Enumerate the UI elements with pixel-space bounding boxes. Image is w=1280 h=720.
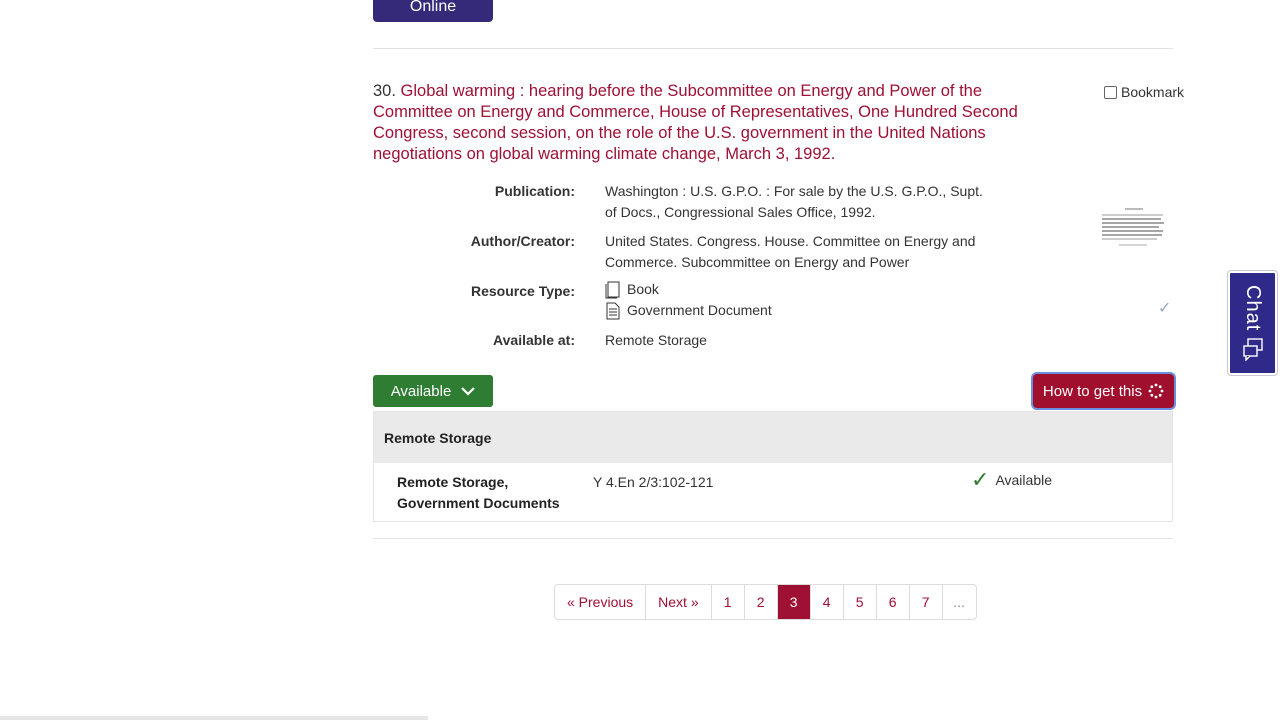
document-icon bbox=[606, 302, 620, 319]
divider bbox=[373, 538, 1173, 539]
pagination-page-3-current[interactable]: 3 bbox=[776, 585, 810, 619]
author-line: Commerce. Subcommittee on Energy and Pow… bbox=[605, 254, 910, 270]
publication-line: Washington : U.S. G.P.O. : For sale by t… bbox=[605, 183, 983, 199]
loading-spinner-icon bbox=[1148, 383, 1164, 399]
chat-label: Chat bbox=[1242, 285, 1264, 332]
holding-location-line: Remote Storage, bbox=[397, 474, 509, 490]
availability-label: Available bbox=[390, 382, 452, 400]
bookmark-toggle[interactable]: Bookmark bbox=[1104, 84, 1184, 100]
publication-value: Washington : U.S. G.P.O. : For sale by t… bbox=[605, 181, 985, 223]
pagination-page-6[interactable]: 6 bbox=[875, 585, 909, 619]
publication-line: of Docs., Congressional Sales Office, 19… bbox=[605, 204, 876, 220]
holdings-panel: Remote Storage Remote Storage, Governmen… bbox=[373, 411, 1173, 522]
resource-type-value: Book Government Document bbox=[605, 279, 985, 321]
pagination-page-1[interactable]: 1 bbox=[710, 585, 744, 619]
pagination-page-7[interactable]: 7 bbox=[908, 585, 942, 619]
horizontal-scrollbar[interactable] bbox=[0, 716, 428, 720]
chevron-down-icon bbox=[461, 387, 476, 396]
feather-icon: ✓ bbox=[1158, 300, 1172, 317]
book-cover-thumbnail[interactable] bbox=[1099, 206, 1167, 248]
record-number: 30. bbox=[373, 82, 396, 100]
bookmark-label: Bookmark bbox=[1121, 84, 1185, 100]
divider bbox=[373, 48, 1173, 49]
resource-type-text: Book bbox=[627, 281, 659, 297]
chat-bubbles-icon bbox=[1242, 338, 1263, 362]
holding-status-text: Available bbox=[995, 472, 1052, 488]
book-icon bbox=[605, 281, 620, 298]
holdings-header: Remote Storage bbox=[374, 412, 1172, 463]
chat-widget-button[interactable]: Chat bbox=[1228, 271, 1277, 375]
resource-type-government-document: Government Document bbox=[605, 300, 985, 321]
pagination-page-4[interactable]: 4 bbox=[809, 585, 843, 619]
pagination-page-5[interactable]: 5 bbox=[842, 585, 876, 619]
call-number: Y 4.En 2/3:102-121 bbox=[593, 474, 714, 490]
available-at-label: Available at: bbox=[493, 332, 575, 348]
pagination: « Previous Next » 1 2 3 4 5 6 7 ... bbox=[554, 584, 977, 620]
author-label: Author/Creator: bbox=[470, 233, 575, 249]
resource-type-text: Government Document bbox=[627, 302, 772, 318]
pagination-page-2[interactable]: 2 bbox=[743, 585, 777, 619]
record-title-link[interactable]: Global warming : hearing before the Subc… bbox=[373, 82, 1018, 163]
bookmark-checkbox[interactable] bbox=[1104, 85, 1117, 99]
resource-type-book: Book bbox=[605, 279, 985, 300]
online-button[interactable]: Online bbox=[373, 0, 493, 22]
available-at-value: Remote Storage bbox=[605, 332, 707, 348]
record-title[interactable]: 30. Global warming : hearing before the … bbox=[373, 81, 1033, 165]
pagination-previous[interactable]: « Previous bbox=[555, 585, 645, 619]
how-to-get-this-label: How to get this bbox=[1042, 382, 1143, 400]
pagination-next[interactable]: Next » bbox=[645, 585, 710, 619]
how-to-get-this-button[interactable]: How to get this bbox=[1033, 374, 1174, 408]
holding-location-line: Government Documents bbox=[397, 495, 560, 511]
pagination-ellipsis: ... bbox=[941, 585, 976, 619]
author-value: United States. Congress. House. Committe… bbox=[605, 231, 985, 273]
resource-type-label: Resource Type: bbox=[471, 283, 575, 299]
holding-location: Remote Storage, Government Documents bbox=[397, 472, 577, 514]
checkmark-icon: ✓ bbox=[971, 467, 990, 492]
author-line: United States. Congress. House. Committe… bbox=[605, 233, 976, 249]
availability-dropdown-button[interactable]: Available bbox=[373, 375, 493, 407]
holding-status: ✓ Available bbox=[971, 467, 1052, 492]
publication-label: Publication: bbox=[494, 183, 575, 199]
